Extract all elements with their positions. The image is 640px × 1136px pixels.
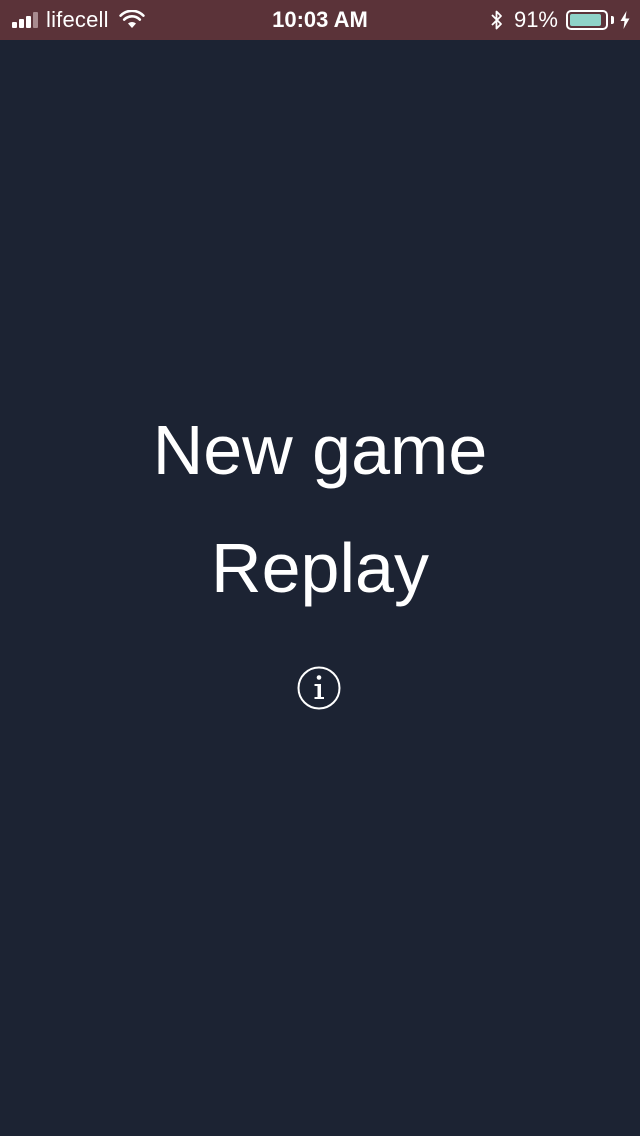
- carrier-name: lifecell: [46, 7, 109, 32]
- new-game-button[interactable]: New game: [153, 405, 488, 495]
- status-bar: lifecell 10:03 AM 91%: [0, 0, 640, 40]
- info-button[interactable]: [297, 666, 341, 710]
- battery-icon: [566, 10, 608, 30]
- battery-percentage: 91%: [513, 7, 558, 32]
- battery-level-fill: [570, 14, 601, 26]
- battery-nub: [611, 16, 614, 24]
- charging-bolt-icon: [620, 11, 630, 29]
- status-right: 91%: [490, 0, 630, 40]
- signal-strength-icon: [12, 12, 38, 28]
- status-time: 10:03 AM: [272, 7, 368, 32]
- wifi-icon: [119, 10, 145, 28]
- status-left: lifecell: [12, 0, 145, 40]
- replay-button[interactable]: Replay: [211, 523, 429, 613]
- main-menu: New game Replay: [0, 405, 640, 613]
- info-icon: [297, 666, 341, 710]
- bluetooth-icon: [491, 10, 502, 30]
